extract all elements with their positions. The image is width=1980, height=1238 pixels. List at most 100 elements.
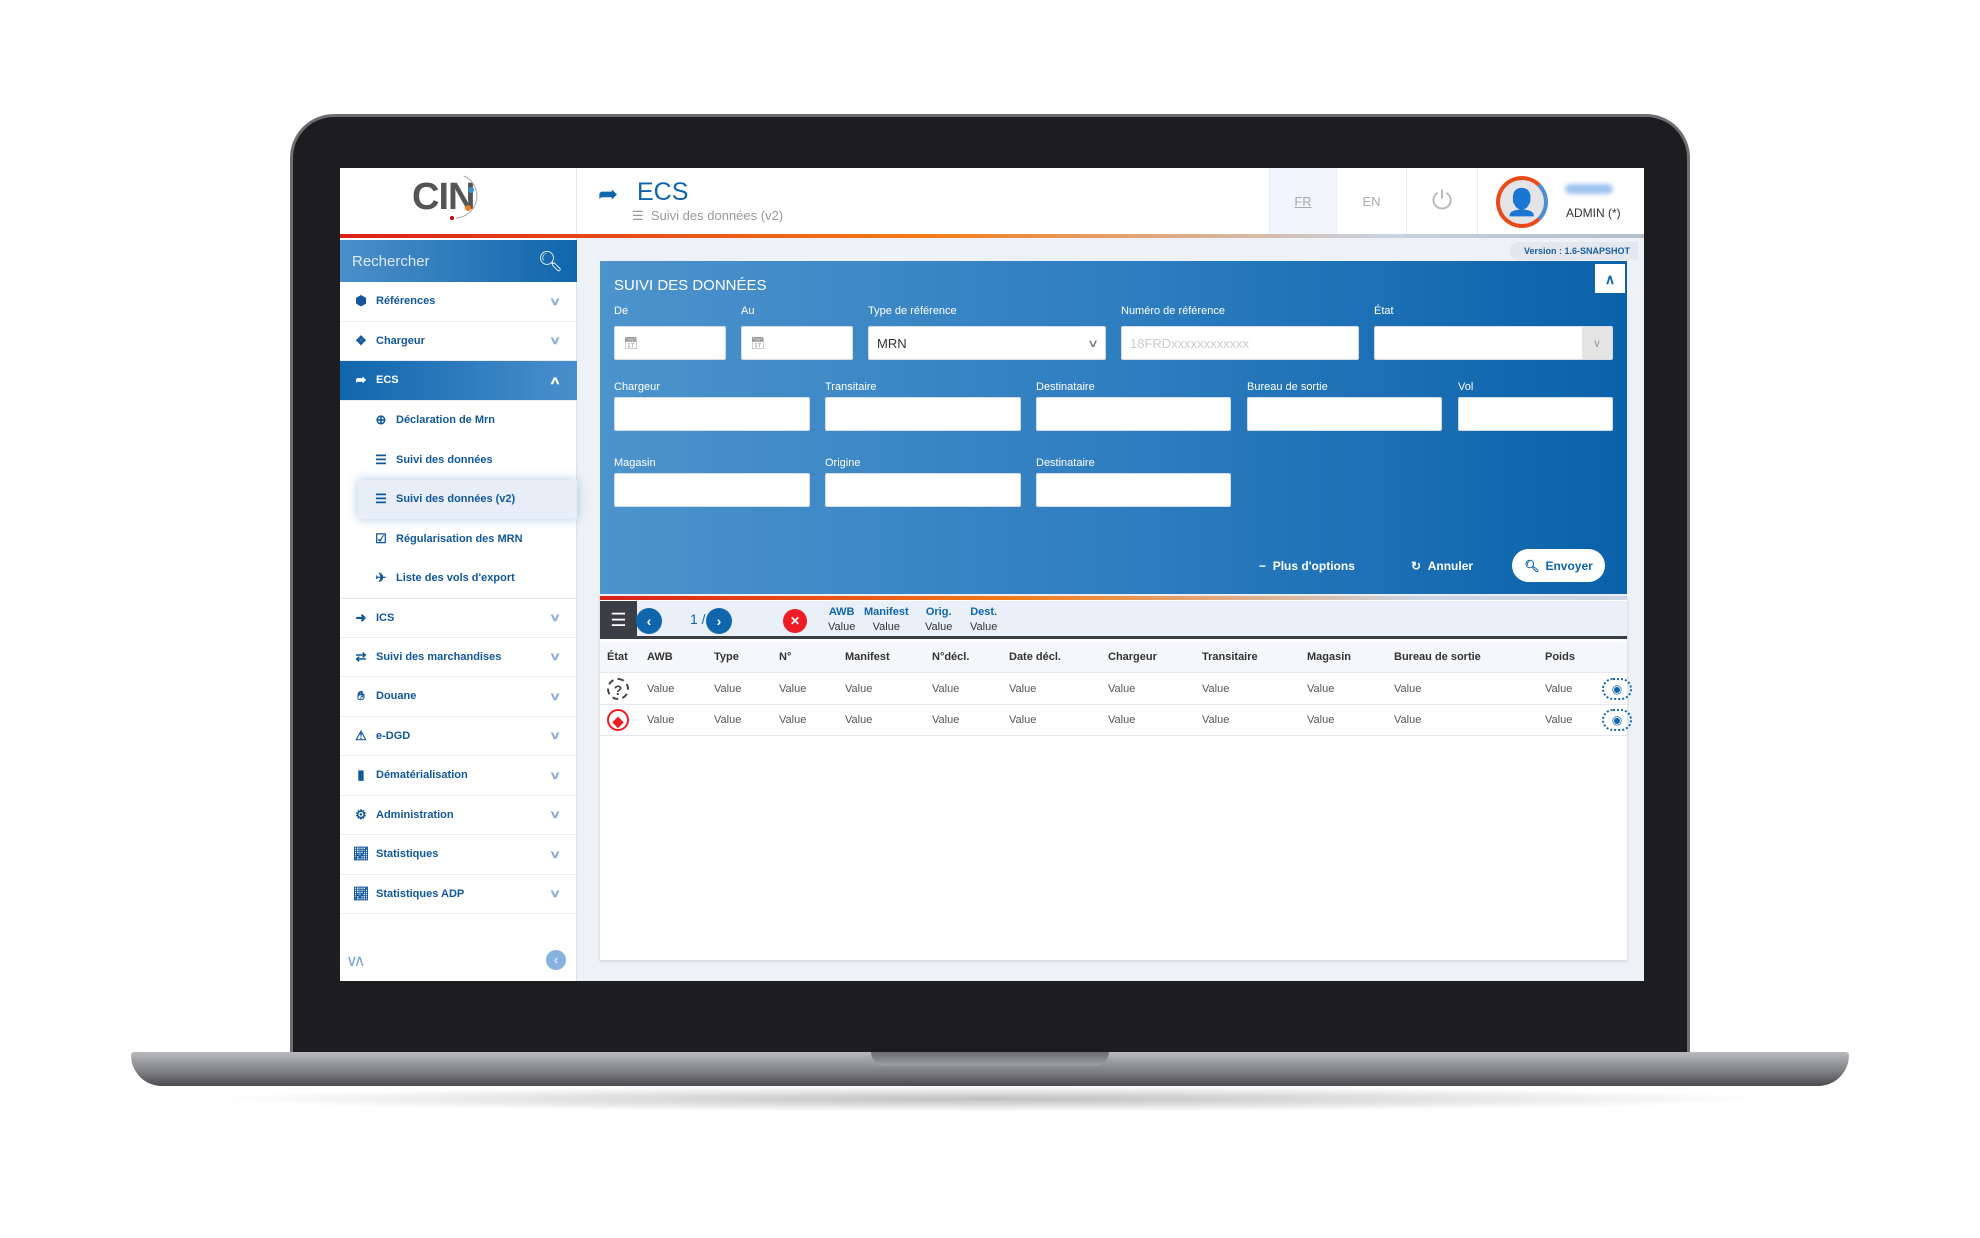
date-to-input[interactable]: 📅︎ <box>741 326 853 360</box>
num-ref-input[interactable]: 18FRDxxxxxxxxxxxx <box>1121 326 1359 360</box>
collapse-panel-button[interactable]: ∧ <box>1595 264 1625 293</box>
sidebar-item-edgd[interactable]: ⚠︎ e-DGD ∨ <box>340 717 577 756</box>
results-toolbar: ☰ ‹ 1 / 2 › ✕ AWB Value Manifest Value Ori… <box>600 601 1627 639</box>
column-header[interactable]: Magasin <box>1307 651 1351 663</box>
lang-en-button[interactable]: EN <box>1336 168 1406 234</box>
plane-icon: ✈ <box>375 570 387 586</box>
type-ref-value: MRN <box>877 335 907 351</box>
cogs-icon: ⚙︎ <box>355 806 367 822</box>
column-header[interactable]: Transitaire <box>1202 651 1258 663</box>
origine-input[interactable] <box>825 473 1021 507</box>
sidebar-subitem-regularisation-mrn[interactable]: ☑ Régularisation des MRN <box>340 519 577 559</box>
sidebar-item-administration[interactable]: ⚙︎ Administration ∨ <box>340 796 577 835</box>
sidebar-item-label: Références <box>376 295 436 308</box>
chevron-down-icon: ∨ <box>548 295 562 308</box>
destinataire-input[interactable] <box>1036 397 1231 431</box>
vol-input[interactable] <box>1458 397 1613 431</box>
sidebar-subitem-suivi-donnees-v2[interactable]: ☰ Suivi des données (v2) <box>358 479 577 519</box>
chip-key: Dest. <box>970 606 998 618</box>
sidebar-subitem-suivi-donnees[interactable]: ☰ Suivi des données <box>340 440 577 480</box>
sidebar-item-label: Régularisation des MRN <box>396 532 523 545</box>
label-type-ref: Type de référence <box>868 305 957 317</box>
chevron-down-icon: ∨ <box>548 612 562 625</box>
cubes-icon: ❖ <box>355 332 367 348</box>
table-cell: Value <box>1394 714 1422 726</box>
column-header[interactable]: AWB <box>647 651 673 663</box>
sidebar-search-input[interactable]: Rechercher 🔍︎ <box>340 240 577 282</box>
bureau-input[interactable] <box>1247 397 1442 431</box>
column-header[interactable]: N° <box>779 651 791 663</box>
label-num-ref: Numéro de référence <box>1121 305 1225 317</box>
column-header[interactable]: Chargeur <box>1108 651 1157 663</box>
chip-value: Value <box>828 621 856 633</box>
prev-page-button[interactable]: ‹ <box>636 608 662 634</box>
app-screen: CIN ➦ ECS ☰ Suivi des données (v2) FR EN… <box>340 168 1644 981</box>
column-header[interactable]: Date décl. <box>1009 651 1061 663</box>
table-cell: Value <box>714 714 742 726</box>
send-button[interactable]: 🔍︎ Envoyer <box>1512 549 1605 582</box>
sidebar-subitem-declaration-mrn[interactable]: ⊕ Déclaration de Mrn <box>340 401 577 441</box>
logo[interactable]: CIN <box>340 168 577 234</box>
avatar[interactable]: 👤 <box>1496 176 1548 228</box>
sidebar-subitem-vols-export[interactable]: ✈ Liste des vols d'export <box>340 559 577 599</box>
calendar-icon: 📅︎ <box>623 336 639 350</box>
date-from-input[interactable]: 📅︎ <box>614 326 726 360</box>
view-eye-icon[interactable]: ◉ <box>1602 709 1632 731</box>
column-header[interactable]: Bureau de sortie <box>1394 651 1481 663</box>
more-options-button[interactable]: − Plus d'options <box>1259 559 1355 573</box>
search-icon: 🔍︎ <box>1524 558 1540 573</box>
next-page-button[interactable]: › <box>706 608 732 634</box>
view-eye-icon[interactable]: ◉ <box>1602 678 1632 700</box>
menu-icon[interactable]: ☰ <box>600 601 637 639</box>
sidebar-item-statistiques-adp[interactable]: 📈︎ Statistiques ADP ∨ <box>340 875 577 914</box>
card-gradient-line <box>600 596 1627 600</box>
column-header[interactable]: État <box>607 651 628 663</box>
sidebar-item-chargeur[interactable]: ❖ Chargeur ∨ <box>340 322 577 361</box>
sidebar-item-references[interactable]: ⬢ Références ∨ <box>340 282 577 322</box>
chip-key: AWB <box>828 606 855 618</box>
table-row[interactable]: ? Value Value Value Value Value Value Value Valu… <box>600 674 1632 705</box>
chargeur-input[interactable] <box>614 397 810 431</box>
label-origine: Origine <box>825 457 861 469</box>
table-cell: Value <box>1009 683 1037 695</box>
sidebar-item-douane[interactable]: ✋︎ Douane ∨ <box>340 677 577 717</box>
chevron-down-icon: ∨ <box>548 335 562 348</box>
username-blurred <box>1565 184 1613 194</box>
label-vol: Vol <box>1458 381 1474 393</box>
column-header[interactable]: Type <box>714 651 739 663</box>
table-cell: Value <box>1394 683 1422 695</box>
chevron-down-icon: ∨ <box>548 809 562 822</box>
sidebar-item-suivi-marchandises[interactable]: ⇄ Suivi des marchandises ∨ <box>340 638 577 677</box>
type-ref-select[interactable]: MRN ∨ <box>868 326 1106 360</box>
laptop-notch <box>871 1052 1109 1066</box>
plus-circle-icon: ⊕ <box>375 412 387 428</box>
sign-out-icon: ➦ <box>598 181 619 208</box>
transitaire-input[interactable] <box>825 397 1021 431</box>
column-header[interactable]: Poids <box>1545 651 1575 663</box>
column-header[interactable]: Manifest <box>845 651 890 663</box>
sidebar: Rechercher 🔍︎ ⬢ Références ∨ ❖ Chargeur ∨ ➦ EC… <box>340 238 577 981</box>
lang-fr-button[interactable]: FR <box>1269 168 1336 234</box>
sidebar-item-dematerialisation[interactable]: ▮ Dématérialisation ∨ <box>340 756 577 796</box>
expand-collapse-all-icon[interactable]: ∨∧ <box>346 951 366 971</box>
destinataire-2-input[interactable] <box>1036 473 1231 507</box>
chevron-down-icon: ∨ <box>548 848 562 861</box>
magasin-input[interactable] <box>614 473 810 507</box>
num-ref-placeholder: 18FRDxxxxxxxxxxxx <box>1130 335 1250 351</box>
etat-select[interactable]: ∨ <box>1374 326 1613 360</box>
chevron-down-icon: ∨ <box>548 690 562 703</box>
sidebar-item-statistiques[interactable]: 📈︎ Statistiques ∨ <box>340 835 577 875</box>
cancel-button[interactable]: ↻ Annuler <box>1411 559 1473 573</box>
power-icon[interactable]: ⏻ <box>1406 168 1478 234</box>
column-header[interactable]: N°décl. <box>932 651 969 663</box>
sidebar-item-ics[interactable]: ➜ ICS ∨ <box>340 598 577 638</box>
table-row[interactable]: ◆ Value Value Value Value Value Value Value Valu… <box>600 705 1632 736</box>
list-icon: ☰ <box>375 451 387 467</box>
send-label: Envoyer <box>1545 558 1593 573</box>
search-icon[interactable]: 🔍︎ <box>538 249 563 274</box>
collapse-sidebar-icon[interactable]: ‹ <box>546 950 566 970</box>
label-etat: État <box>1374 305 1394 317</box>
table-cell: Value <box>1202 683 1230 695</box>
clear-filters-button[interactable]: ✕ <box>783 609 807 633</box>
sidebar-item-ecs[interactable]: ➦ ECS ∧ <box>340 361 577 401</box>
